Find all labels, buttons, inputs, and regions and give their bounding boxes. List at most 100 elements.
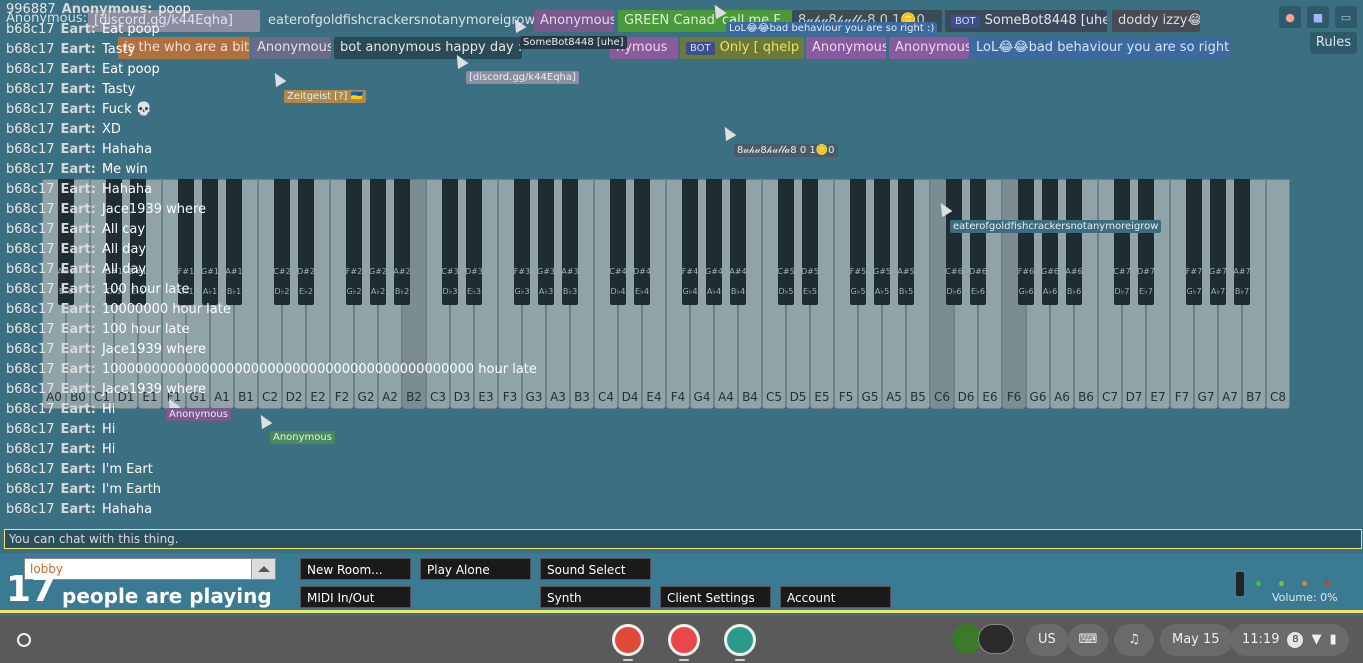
piano-black-key[interactable]: F#7 G♭7 — [1186, 179, 1202, 305]
piano-black-key[interactable]: G#5 A♭5 — [873, 179, 891, 305]
chat-log: 996887 Anonymous: poop b68c17 Eart: Eat poop b… — [6, 0, 626, 522]
chat-username: Eart: — [60, 322, 96, 337]
chat-user-id: b68c17 — [6, 402, 55, 417]
ime-indicator[interactable]: US — [1026, 624, 1068, 656]
piano-key-label: B♭5 — [898, 287, 914, 296]
room-expand-icon[interactable] — [251, 559, 275, 579]
launcher-icon[interactable] — [10, 626, 38, 654]
piano-key-label: F7 — [1174, 390, 1190, 404]
piano-black-key[interactable]: F#6 G♭6 — [1018, 179, 1034, 305]
piano-black-key[interactable]: G#4 A♭4 — [705, 179, 723, 305]
chat-message: b68c17 Eart: Jace1939 where — [6, 340, 626, 360]
reddit-icon[interactable]: ● — [1279, 6, 1301, 28]
chat-user-id: b68c17 — [6, 122, 55, 137]
play-alone-button[interactable]: Play Alone — [420, 558, 531, 580]
room-selector[interactable]: lobby — [24, 558, 276, 580]
chat-text: Hi — [101, 422, 116, 437]
piano-key-label: D♭5 — [778, 287, 794, 296]
bottom-control-bar: lobby 17 people are playing New Room... … — [0, 553, 1363, 613]
chat-input[interactable] — [4, 529, 1362, 549]
chat-text: Hahaha — [101, 502, 153, 517]
piano-key-label: D#5 — [801, 267, 819, 276]
piano-black-key[interactable]: A#5 B♭5 — [897, 179, 915, 305]
chat-user-id: b68c17 — [6, 362, 55, 377]
piano-black-key[interactable]: D#4 E♭4 — [633, 179, 651, 305]
participant-tag[interactable]: BOT Only [ qhelp ] — [680, 37, 804, 59]
piano-black-key[interactable]: G#7 A♭7 — [1209, 179, 1227, 305]
piano-black-key[interactable]: G#6 A♭6 — [1041, 179, 1059, 305]
media-queue-icon[interactable]: ♫ — [1114, 624, 1154, 656]
piano-black-key[interactable]: F#5 G♭5 — [850, 179, 866, 305]
piano-black-key[interactable]: A#7 B♭7 — [1233, 179, 1251, 305]
classroom-app-icon[interactable] — [724, 624, 756, 656]
piano-key-label: F#5 — [849, 267, 867, 276]
piano-black-key[interactable]: C#5 D♭5 — [777, 179, 795, 305]
participant-tag[interactable]: BOT SomeBot8448 [uhe] — [945, 10, 1107, 32]
piano-key-label: A#4 — [729, 267, 747, 276]
bot-badge: BOT — [686, 42, 715, 55]
piano-black-key[interactable]: F#4 G♭4 — [682, 179, 698, 305]
battery-icon: ▮ — [1329, 632, 1337, 647]
chat-text: Eat poop — [101, 62, 160, 77]
piano-key-label: D7 — [1125, 390, 1143, 404]
chat-username: Eart: — [60, 242, 96, 257]
piano-black-key[interactable]: D#6 E♭6 — [969, 179, 987, 305]
participant-name: GREEN Canada — [624, 13, 716, 28]
discord-icon[interactable]: ■ — [1307, 6, 1329, 28]
chat-user-id: b68c17 — [6, 102, 55, 117]
volume-control[interactable]: Volume: 0% — [1232, 569, 1352, 609]
piano-key-label: G5 — [861, 390, 879, 404]
chat-text: All cay — [101, 222, 146, 237]
chat-user-id: b68c17 — [6, 442, 55, 457]
piano-black-key[interactable]: C#7 D♭7 — [1113, 179, 1131, 305]
chat-user-id: b68c17 — [6, 82, 55, 97]
synth-button[interactable]: Synth — [540, 586, 651, 608]
piano-key-label: E♭6 — [971, 287, 985, 296]
piano-key-label: C8 — [1269, 390, 1286, 404]
account-button[interactable]: Account — [780, 586, 891, 608]
piano-black-key[interactable]: C#6 D♭6 — [945, 179, 963, 305]
paint-app-icon[interactable] — [668, 624, 700, 656]
midi-button[interactable]: MIDI In/Out — [300, 586, 411, 608]
piano-key-label: A♭5 — [874, 287, 890, 296]
participant-name: Anonymous — [812, 40, 886, 55]
sound-select-button[interactable]: Sound Select — [540, 558, 651, 580]
piano-black-key[interactable]: A#4 B♭4 — [729, 179, 747, 305]
chat-username: Eart: — [60, 122, 96, 137]
participant-name: Anonymous — [895, 40, 969, 55]
window-icon[interactable]: ▭ — [1335, 6, 1357, 28]
new-room-button[interactable]: New Room... — [300, 558, 411, 580]
tray-thumbnails[interactable] — [952, 622, 1016, 656]
participant-tag[interactable]: Anonymous — [889, 37, 969, 59]
piano-key-label: A♭4 — [706, 287, 722, 296]
client-settings-button[interactable]: Client Settings — [660, 586, 771, 608]
participant-tag[interactable]: GREEN Canada — [618, 10, 716, 32]
chat-message: b68c17 Eart: Tasty — [6, 80, 626, 100]
piano-black-key[interactable]: D#7 E♭7 — [1137, 179, 1155, 305]
rules-button[interactable]: Rules — [1309, 32, 1357, 54]
volume-label: Volume: 0% — [1272, 591, 1338, 604]
piano-black-key[interactable]: A#6 B♭6 — [1065, 179, 1083, 305]
chat-message: b68c17 Eart: I'm Eart — [6, 460, 626, 480]
chat-text: 1000000000000000000000000000000000000000… — [101, 362, 537, 377]
player-count-label: people are playing — [62, 584, 272, 608]
volume-knob[interactable] — [1236, 572, 1244, 596]
piano-black-key[interactable]: D#5 E♭5 — [801, 179, 819, 305]
chat-username: Eart: — [60, 162, 96, 177]
bot-badge: BOT — [951, 15, 980, 28]
chat-username: Eart: — [60, 202, 96, 217]
chrome-icon[interactable] — [612, 624, 644, 656]
chat-user-id: b68c17 — [6, 422, 55, 437]
piano-key-label: D#4 — [633, 267, 651, 276]
participant-tag[interactable]: LoL😂😂bad behaviour you are so right :) — [970, 37, 1230, 59]
keyboard-icon[interactable]: ⌨ — [1068, 624, 1108, 656]
piano-key-label: A#7 — [1233, 267, 1251, 276]
chat-username: Eart: — [60, 142, 96, 157]
thumbnail-icon — [978, 624, 1014, 654]
remote-cursor-icon — [719, 123, 737, 142]
date-pill[interactable]: May 15 — [1160, 624, 1232, 656]
participant-tag[interactable]: Anonymous — [806, 37, 886, 59]
piano-white-key[interactable]: C8 — [1266, 179, 1290, 409]
clock-pill[interactable]: 11:19 8 ▼ ▮ — [1230, 624, 1349, 656]
participant-tag[interactable]: doddy izzy😂 — [1112, 10, 1200, 32]
